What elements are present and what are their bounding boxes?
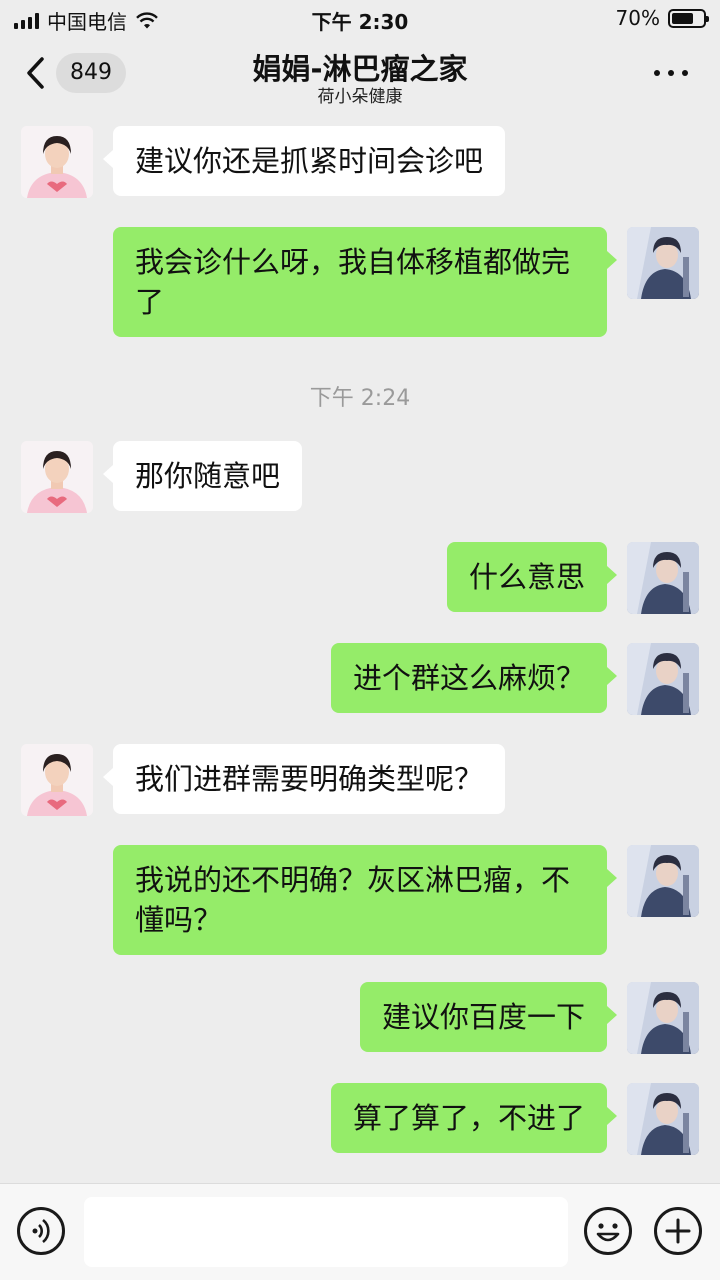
my-avatar[interactable] [627, 845, 699, 917]
my-avatar[interactable] [627, 1083, 699, 1155]
outgoing-message[interactable]: 进个群这么麻烦？ [330, 643, 618, 713]
woman-avatar-icon [21, 441, 93, 513]
my-avatar[interactable] [627, 643, 699, 715]
status-time: 下午 2:30 [311, 10, 409, 34]
message-text: 建议你百度一下 [381, 1000, 585, 1034]
message-text: 我们进群需要明确类型呢？ [135, 762, 484, 796]
status-right: 70% [615, 6, 709, 30]
status-bar: 中国电信 下午 2:30 70% [0, 0, 720, 36]
message-input[interactable] [84, 1197, 568, 1267]
woman-avatar-icon [21, 744, 93, 816]
outgoing-message[interactable]: 建议你百度一下 [359, 982, 618, 1052]
chat-subtitle: 荷小朵健康 [317, 87, 403, 107]
contact-avatar[interactable] [21, 744, 93, 816]
more-dots-icon[interactable] [654, 70, 688, 76]
anime-boy-avatar-icon [627, 845, 699, 917]
input-bar [0, 1183, 720, 1280]
voice-icon[interactable] [17, 1207, 65, 1255]
outgoing-message[interactable]: 我会诊什么呀，我自体移植都做完了 [113, 227, 617, 337]
message-text: 算了算了，不进了 [352, 1101, 585, 1135]
incoming-message[interactable]: 我们进群需要明确类型呢？ [102, 744, 506, 814]
anime-boy-avatar-icon [627, 982, 699, 1054]
time-separator: 下午 2:24 [309, 386, 411, 411]
outgoing-message[interactable]: 我说的还不明确？灰区淋巴瘤，不懂吗？ [113, 845, 617, 955]
message-text: 那你随意吧 [135, 459, 281, 493]
chat-header: 849 娟娟-淋巴瘤之家 荷小朵健康 [0, 36, 720, 110]
incoming-message[interactable]: 那你随意吧 [102, 441, 303, 511]
message-text: 进个群这么麻烦？ [352, 661, 585, 695]
emoji-icon[interactable] [584, 1207, 632, 1255]
message-text: 什么意思 [468, 560, 585, 594]
message-text: 建议你还是抓紧时间会诊吧 [135, 144, 484, 178]
my-avatar[interactable] [627, 982, 699, 1054]
outgoing-message[interactable]: 什么意思 [446, 542, 618, 612]
my-avatar[interactable] [627, 542, 699, 614]
anime-boy-avatar-icon [627, 1083, 699, 1155]
contact-avatar[interactable] [21, 441, 93, 513]
plus-icon[interactable] [654, 1207, 702, 1255]
incoming-message[interactable]: 建议你还是抓紧时间会诊吧 [102, 126, 506, 196]
battery-percent: 70% [615, 6, 660, 30]
message-text: 我说的还不明确？灰区淋巴瘤，不懂吗？ [135, 863, 571, 937]
outgoing-message[interactable]: 算了算了，不进了 [330, 1083, 618, 1153]
anime-boy-avatar-icon [627, 643, 699, 715]
message-text: 我会诊什么呀，我自体移植都做完了 [135, 245, 571, 319]
contact-avatar[interactable] [21, 126, 93, 198]
my-avatar[interactable] [627, 227, 699, 299]
anime-boy-avatar-icon [627, 542, 699, 614]
woman-avatar-icon [21, 126, 93, 198]
battery-icon [668, 8, 709, 28]
anime-boy-avatar-icon [627, 227, 699, 299]
